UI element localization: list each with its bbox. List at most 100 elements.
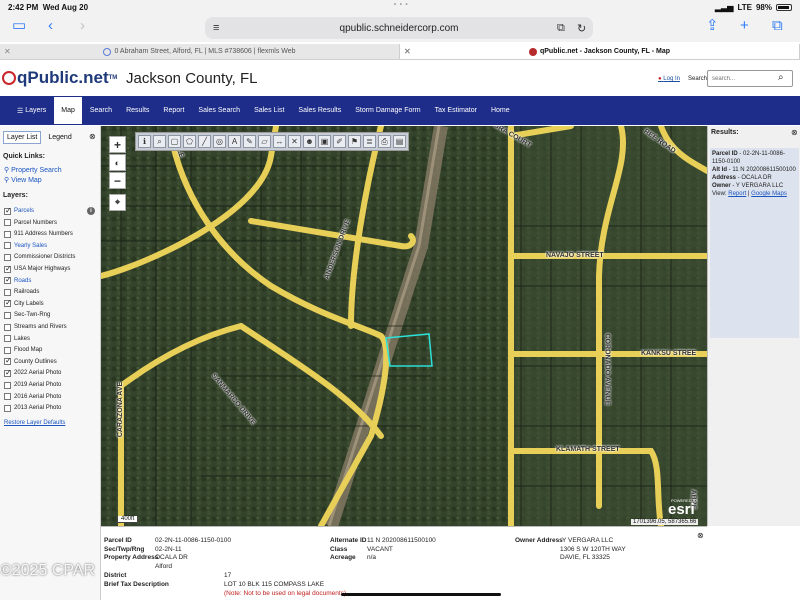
measure-area-icon[interactable]: ▱ [258, 135, 271, 148]
layer-checkbox[interactable] [4, 311, 11, 319]
layers-tool-icon[interactable]: ≣ [363, 135, 376, 148]
close-icon[interactable]: ⊗ [89, 132, 96, 141]
nav-search[interactable]: Search [83, 96, 119, 125]
layer-checkbox[interactable] [4, 381, 11, 389]
nav-storm-damage-form[interactable]: Storm Damage Form [348, 96, 427, 125]
layer-checkbox[interactable] [4, 264, 12, 273]
nav-layers[interactable]: ☰ Layers [10, 96, 53, 125]
tab-flexmls[interactable]: ✕ 0 Abraham Street, Alford, FL | MLS #73… [0, 44, 400, 59]
layer-checkbox[interactable] [4, 275, 12, 285]
layer-row[interactable]: Lakes [4, 334, 30, 344]
result-report-link[interactable]: Report [728, 191, 746, 197]
tab-close-icon[interactable]: ✕ [404, 47, 411, 56]
translate-icon[interactable]: ⧉ [557, 22, 565, 35]
layer-checkbox[interactable] [4, 404, 11, 412]
zoom-out-button[interactable]: − [109, 172, 126, 189]
view-map-link[interactable]: ⚲ View Map [4, 176, 42, 184]
multitask-dots-icon[interactable]: • • • [394, 2, 409, 8]
layer-checkbox[interactable] [4, 335, 11, 343]
search-icon[interactable]: ⌕ [778, 72, 784, 83]
layer-row[interactable]: Parcels i [4, 206, 95, 216]
tab-close-icon[interactable]: ✕ [4, 47, 11, 56]
close-icon[interactable]: ⊗ [791, 128, 798, 137]
reader-icon[interactable]: ≡ [213, 22, 219, 34]
print-icon[interactable]: ⎙ [378, 135, 391, 148]
tab-legend[interactable]: Legend [44, 131, 75, 144]
layer-row[interactable]: Sec-Twn-Rng [4, 310, 50, 320]
select-polygon-icon[interactable]: ⬠ [183, 135, 196, 148]
flag-icon[interactable]: ⚑ [348, 135, 361, 148]
map-view[interactable]: CIRCLE GRA COURT REE ROAD ANDERSON DRIVE… [101, 126, 707, 526]
layer-checkbox[interactable] [4, 323, 11, 331]
search-link[interactable]: Search [688, 76, 707, 82]
restore-defaults-link[interactable]: Restore Layer Defaults [4, 420, 65, 426]
forward-icon[interactable]: › [80, 18, 85, 33]
tabs-overview-icon[interactable]: ⧉ [772, 18, 783, 33]
layer-row[interactable]: Yearly Sales [4, 241, 47, 251]
layer-checkbox[interactable] [4, 242, 11, 250]
clear-icon[interactable]: ✕ [288, 135, 301, 148]
nav-results[interactable]: Results [119, 96, 156, 125]
result-card[interactable]: Parcel ID - 02-2N-11-0086-1150-0100 Alt … [710, 148, 799, 338]
sidebar-toggle-icon[interactable]: ▭ [12, 18, 26, 33]
zoom-in-button[interactable]: + [109, 136, 126, 153]
layer-checkbox[interactable] [4, 356, 12, 366]
qpublic-logo[interactable]: qPublic.net TM [2, 68, 117, 88]
globe-button[interactable]: ◐ [109, 154, 126, 171]
layer-row[interactable]: 2016 Aerial Photo [4, 392, 61, 402]
back-icon[interactable]: ‹ [48, 18, 53, 33]
layer-checkbox[interactable] [4, 230, 11, 238]
layer-checkbox[interactable] [4, 288, 11, 296]
nav-report[interactable]: Report [156, 96, 191, 125]
nav-tax-estimator[interactable]: Tax Estimator [428, 96, 484, 125]
nav-sales-results[interactable]: Sales Results [291, 96, 348, 125]
save-icon[interactable]: ▤ [393, 135, 406, 148]
layer-row[interactable]: 2022 Aerial Photo [4, 368, 61, 378]
layer-row[interactable]: County Outlines [4, 356, 57, 367]
tab-layer-list[interactable]: Layer List [3, 131, 42, 144]
layer-row[interactable]: Railroads [4, 287, 39, 297]
property-search-link[interactable]: ⚲ Property Search [4, 166, 62, 174]
new-tab-icon[interactable]: + [740, 18, 749, 33]
layer-row[interactable]: City Labels [4, 298, 44, 309]
layer-checkbox[interactable] [4, 393, 11, 401]
layer-row[interactable]: Roads [4, 275, 31, 286]
label-tool-icon[interactable]: A [228, 135, 241, 148]
home-indicator[interactable] [341, 593, 501, 596]
layer-row[interactable]: Parcel Numbers [4, 218, 57, 228]
select-tool-icon[interactable]: ▢ [168, 135, 181, 148]
nav-sales-list[interactable]: Sales List [247, 96, 291, 125]
share-icon[interactable]: ⇪ [706, 18, 719, 33]
buffer-tool-icon[interactable]: ◎ [213, 135, 226, 148]
street-view-icon[interactable]: ☻ [303, 135, 316, 148]
tab-qpublic[interactable]: ✕ qPublic.net - Jackson County, FL - Map [400, 44, 800, 59]
edit-icon[interactable]: ✐ [333, 135, 346, 148]
layer-checkbox[interactable] [4, 368, 12, 377]
layer-row[interactable]: Flood Map [4, 345, 42, 355]
layer-row[interactable]: 911 Address Numbers [4, 229, 73, 239]
layer-checkbox[interactable] [4, 219, 11, 227]
layer-row[interactable]: Commissioner Districts [4, 252, 75, 262]
layer-row[interactable]: 2013 Aerial Photo [4, 403, 61, 413]
nav-home[interactable]: Home [484, 96, 517, 125]
layer-row[interactable]: Streams and Rivers [4, 322, 67, 332]
layer-checkbox[interactable] [4, 253, 11, 261]
layer-checkbox[interactable] [4, 346, 11, 354]
nav-map[interactable]: Map [53, 96, 83, 125]
layer-row[interactable]: 2019 Aerial Photo [4, 380, 61, 390]
layer-row[interactable]: USA Major Highways [4, 264, 70, 274]
layer-checkbox[interactable] [4, 206, 12, 215]
draw-line-icon[interactable]: ╱ [198, 135, 211, 148]
info-tool-icon[interactable]: ℹ [138, 135, 151, 148]
aerial-map[interactable] [101, 126, 707, 526]
address-bar[interactable]: ≡ qpublic.schneidercorp.com ⧉ ↻ [205, 17, 593, 39]
locate-button[interactable]: ⌖ [109, 194, 126, 211]
nav-sales-search[interactable]: Sales Search [191, 96, 247, 125]
measure-distance-icon[interactable]: ↔ [273, 135, 286, 148]
layer-checkbox[interactable] [4, 298, 12, 308]
result-google-maps-link[interactable]: Google Maps [751, 191, 787, 197]
reload-icon[interactable]: ↻ [577, 22, 586, 35]
login-link[interactable]: ● Log In [658, 76, 680, 82]
info-icon[interactable]: i [87, 207, 95, 215]
identify-tool-icon[interactable]: ⌕ [153, 135, 166, 148]
